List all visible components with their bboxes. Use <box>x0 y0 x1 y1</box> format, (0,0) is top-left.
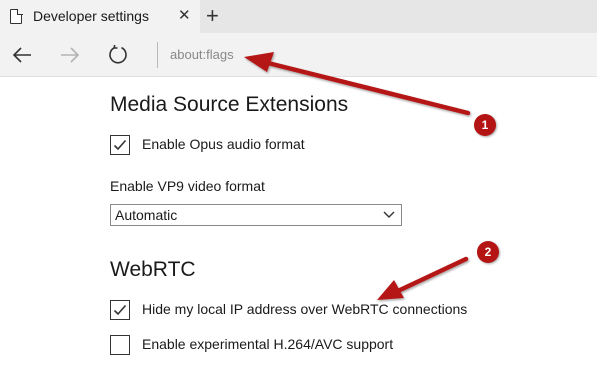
back-button[interactable] <box>2 33 42 77</box>
media-source-title: Media Source Extensions <box>110 93 349 116</box>
tab-strip: Developer settings ✕ + <box>0 0 597 33</box>
refresh-icon <box>109 45 127 64</box>
checkmark-icon <box>113 139 127 151</box>
vp9-selected-value: Automatic <box>115 207 178 223</box>
h264-checkbox[interactable] <box>110 335 130 355</box>
chevron-down-icon <box>383 211 395 218</box>
hide-ip-label: Hide my local IP address over WebRTC con… <box>142 301 468 317</box>
annotation-badge-1: 1 <box>474 114 496 136</box>
refresh-button[interactable] <box>98 33 138 77</box>
page-content: Media Source Extensions Enable Opus audi… <box>0 77 597 382</box>
vp9-dropdown[interactable]: Automatic <box>110 204 402 226</box>
webrtc-title: WebRTC <box>110 258 196 281</box>
annotation-badge-2: 2 <box>477 241 499 263</box>
forward-button[interactable] <box>50 33 90 77</box>
navigation-bar: about:flags <box>0 33 597 77</box>
arrow-right-icon <box>61 47 80 63</box>
address-bar[interactable]: about:flags <box>170 47 234 62</box>
tab-title: Developer settings <box>33 8 149 24</box>
opus-audio-label: Enable Opus audio format <box>142 136 305 152</box>
address-separator <box>157 42 158 68</box>
opus-audio-checkbox[interactable] <box>110 135 130 155</box>
arrow-left-icon <box>12 47 31 63</box>
h264-label: Enable experimental H.264/AVC support <box>142 336 394 352</box>
document-icon <box>10 8 23 24</box>
close-tab-icon[interactable]: ✕ <box>178 7 191 25</box>
checkmark-icon <box>113 304 127 316</box>
tab-developer-settings[interactable]: Developer settings ✕ <box>0 0 200 33</box>
hide-ip-checkbox[interactable] <box>110 300 130 320</box>
new-tab-icon[interactable]: + <box>206 3 219 29</box>
vp9-label: Enable VP9 video format <box>110 178 265 194</box>
